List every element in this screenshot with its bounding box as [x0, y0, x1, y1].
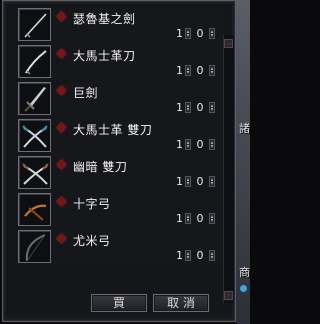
item-name: 幽暗 雙刀 — [73, 160, 128, 174]
buy-count-stepper-arrows[interactable] — [209, 139, 215, 150]
buy-count: 0 — [196, 64, 204, 77]
quantity-stepper-arrows[interactable] — [185, 28, 191, 39]
world-text-fragment: 諸 — [239, 122, 250, 135]
crossbow-icon — [18, 193, 51, 226]
item-marker-icon — [56, 122, 67, 133]
list-item[interactable]: 大馬士革刀 1 0 — [17, 44, 223, 80]
item-quantity: 1 — [176, 64, 183, 77]
damascus-dual-blades-icon — [18, 119, 51, 152]
item-marker-icon — [56, 159, 67, 170]
quantity-stepper: 1 0 — [171, 249, 215, 262]
list-item[interactable]: 巨劍 1 0 — [17, 81, 223, 117]
buy-count-stepper-arrows[interactable] — [209, 65, 215, 76]
item-quantity: 1 — [176, 175, 183, 188]
list-item[interactable]: 十字弓 1 0 — [17, 192, 223, 228]
buy-count: 0 — [196, 249, 204, 262]
list-scrollbar[interactable] — [223, 35, 234, 303]
list-item[interactable]: 瑟魯基之劍 1 0 — [17, 7, 223, 43]
item-quantity: 1 — [176, 212, 183, 225]
item-marker-icon — [56, 11, 67, 22]
buy-count: 0 — [196, 101, 204, 114]
item-marker-icon — [56, 85, 67, 96]
item-name: 巨劍 — [73, 86, 99, 100]
long-sword-icon — [18, 8, 51, 41]
item-quantity: 1 — [176, 101, 183, 114]
item-marker-icon — [56, 48, 67, 59]
quantity-stepper: 1 0 — [171, 101, 215, 114]
quantity-stepper-arrows[interactable] — [185, 65, 191, 76]
item-name: 大馬士革刀 — [73, 49, 136, 63]
item-quantity: 1 — [176, 27, 183, 40]
quantity-stepper: 1 0 — [171, 138, 215, 151]
quantity-stepper-arrows[interactable] — [185, 139, 191, 150]
buy-count: 0 — [196, 27, 204, 40]
buy-count-stepper-arrows[interactable] — [209, 250, 215, 261]
buy-count: 0 — [196, 212, 204, 225]
item-marker-icon — [56, 233, 67, 244]
quantity-stepper: 1 0 — [171, 175, 215, 188]
quantity-stepper: 1 0 — [171, 212, 215, 225]
buy-count-stepper-arrows[interactable] — [209, 28, 215, 39]
greatsword-icon — [18, 82, 51, 115]
list-item[interactable]: 大馬士革 雙刀 1 0 — [17, 118, 223, 154]
buy-button[interactable]: 買 — [91, 294, 147, 312]
quantity-stepper-arrows[interactable] — [185, 213, 191, 224]
quantity-stepper: 1 0 — [171, 27, 215, 40]
map-marker-icon — [239, 284, 248, 293]
list-item[interactable]: 尤米弓 1 0 — [17, 229, 223, 265]
list-item[interactable]: 幽暗 雙刀 1 0 — [17, 155, 223, 191]
game-world-background: 諸 商 — [236, 0, 250, 324]
cancel-button[interactable]: 取消 — [153, 294, 209, 312]
item-name: 十字弓 — [73, 197, 111, 211]
item-quantity: 1 — [176, 249, 183, 262]
buy-count-stepper-arrows[interactable] — [209, 102, 215, 113]
buy-count: 0 — [196, 138, 204, 151]
item-list: 瑟魯基之劍 1 0 大馬士革刀 1 0 巨劍 1 0 大馬士革 雙刀 1 0 幽… — [17, 7, 223, 266]
quantity-stepper: 1 0 — [171, 64, 215, 77]
scroll-down-arrow-icon[interactable] — [224, 291, 233, 300]
item-name: 瑟魯基之劍 — [73, 12, 136, 26]
scroll-up-arrow-icon[interactable] — [224, 39, 233, 48]
buy-count: 0 — [196, 175, 204, 188]
yumi-bow-icon — [18, 230, 51, 263]
buy-count-stepper-arrows[interactable] — [209, 176, 215, 187]
item-name: 尤米弓 — [73, 234, 111, 248]
quantity-stepper-arrows[interactable] — [185, 250, 191, 261]
shop-window: 瑟魯基之劍 1 0 大馬士革刀 1 0 巨劍 1 0 大馬士革 雙刀 1 0 幽… — [2, 0, 236, 322]
buy-count-stepper-arrows[interactable] — [209, 213, 215, 224]
quantity-stepper-arrows[interactable] — [185, 176, 191, 187]
quantity-stepper-arrows[interactable] — [185, 102, 191, 113]
item-name: 大馬士革 雙刀 — [73, 123, 153, 137]
world-text-fragment: 商 — [239, 266, 250, 279]
damascus-blade-icon — [18, 45, 51, 78]
item-marker-icon — [56, 196, 67, 207]
item-quantity: 1 — [176, 138, 183, 151]
dark-dual-blades-icon — [18, 156, 51, 189]
